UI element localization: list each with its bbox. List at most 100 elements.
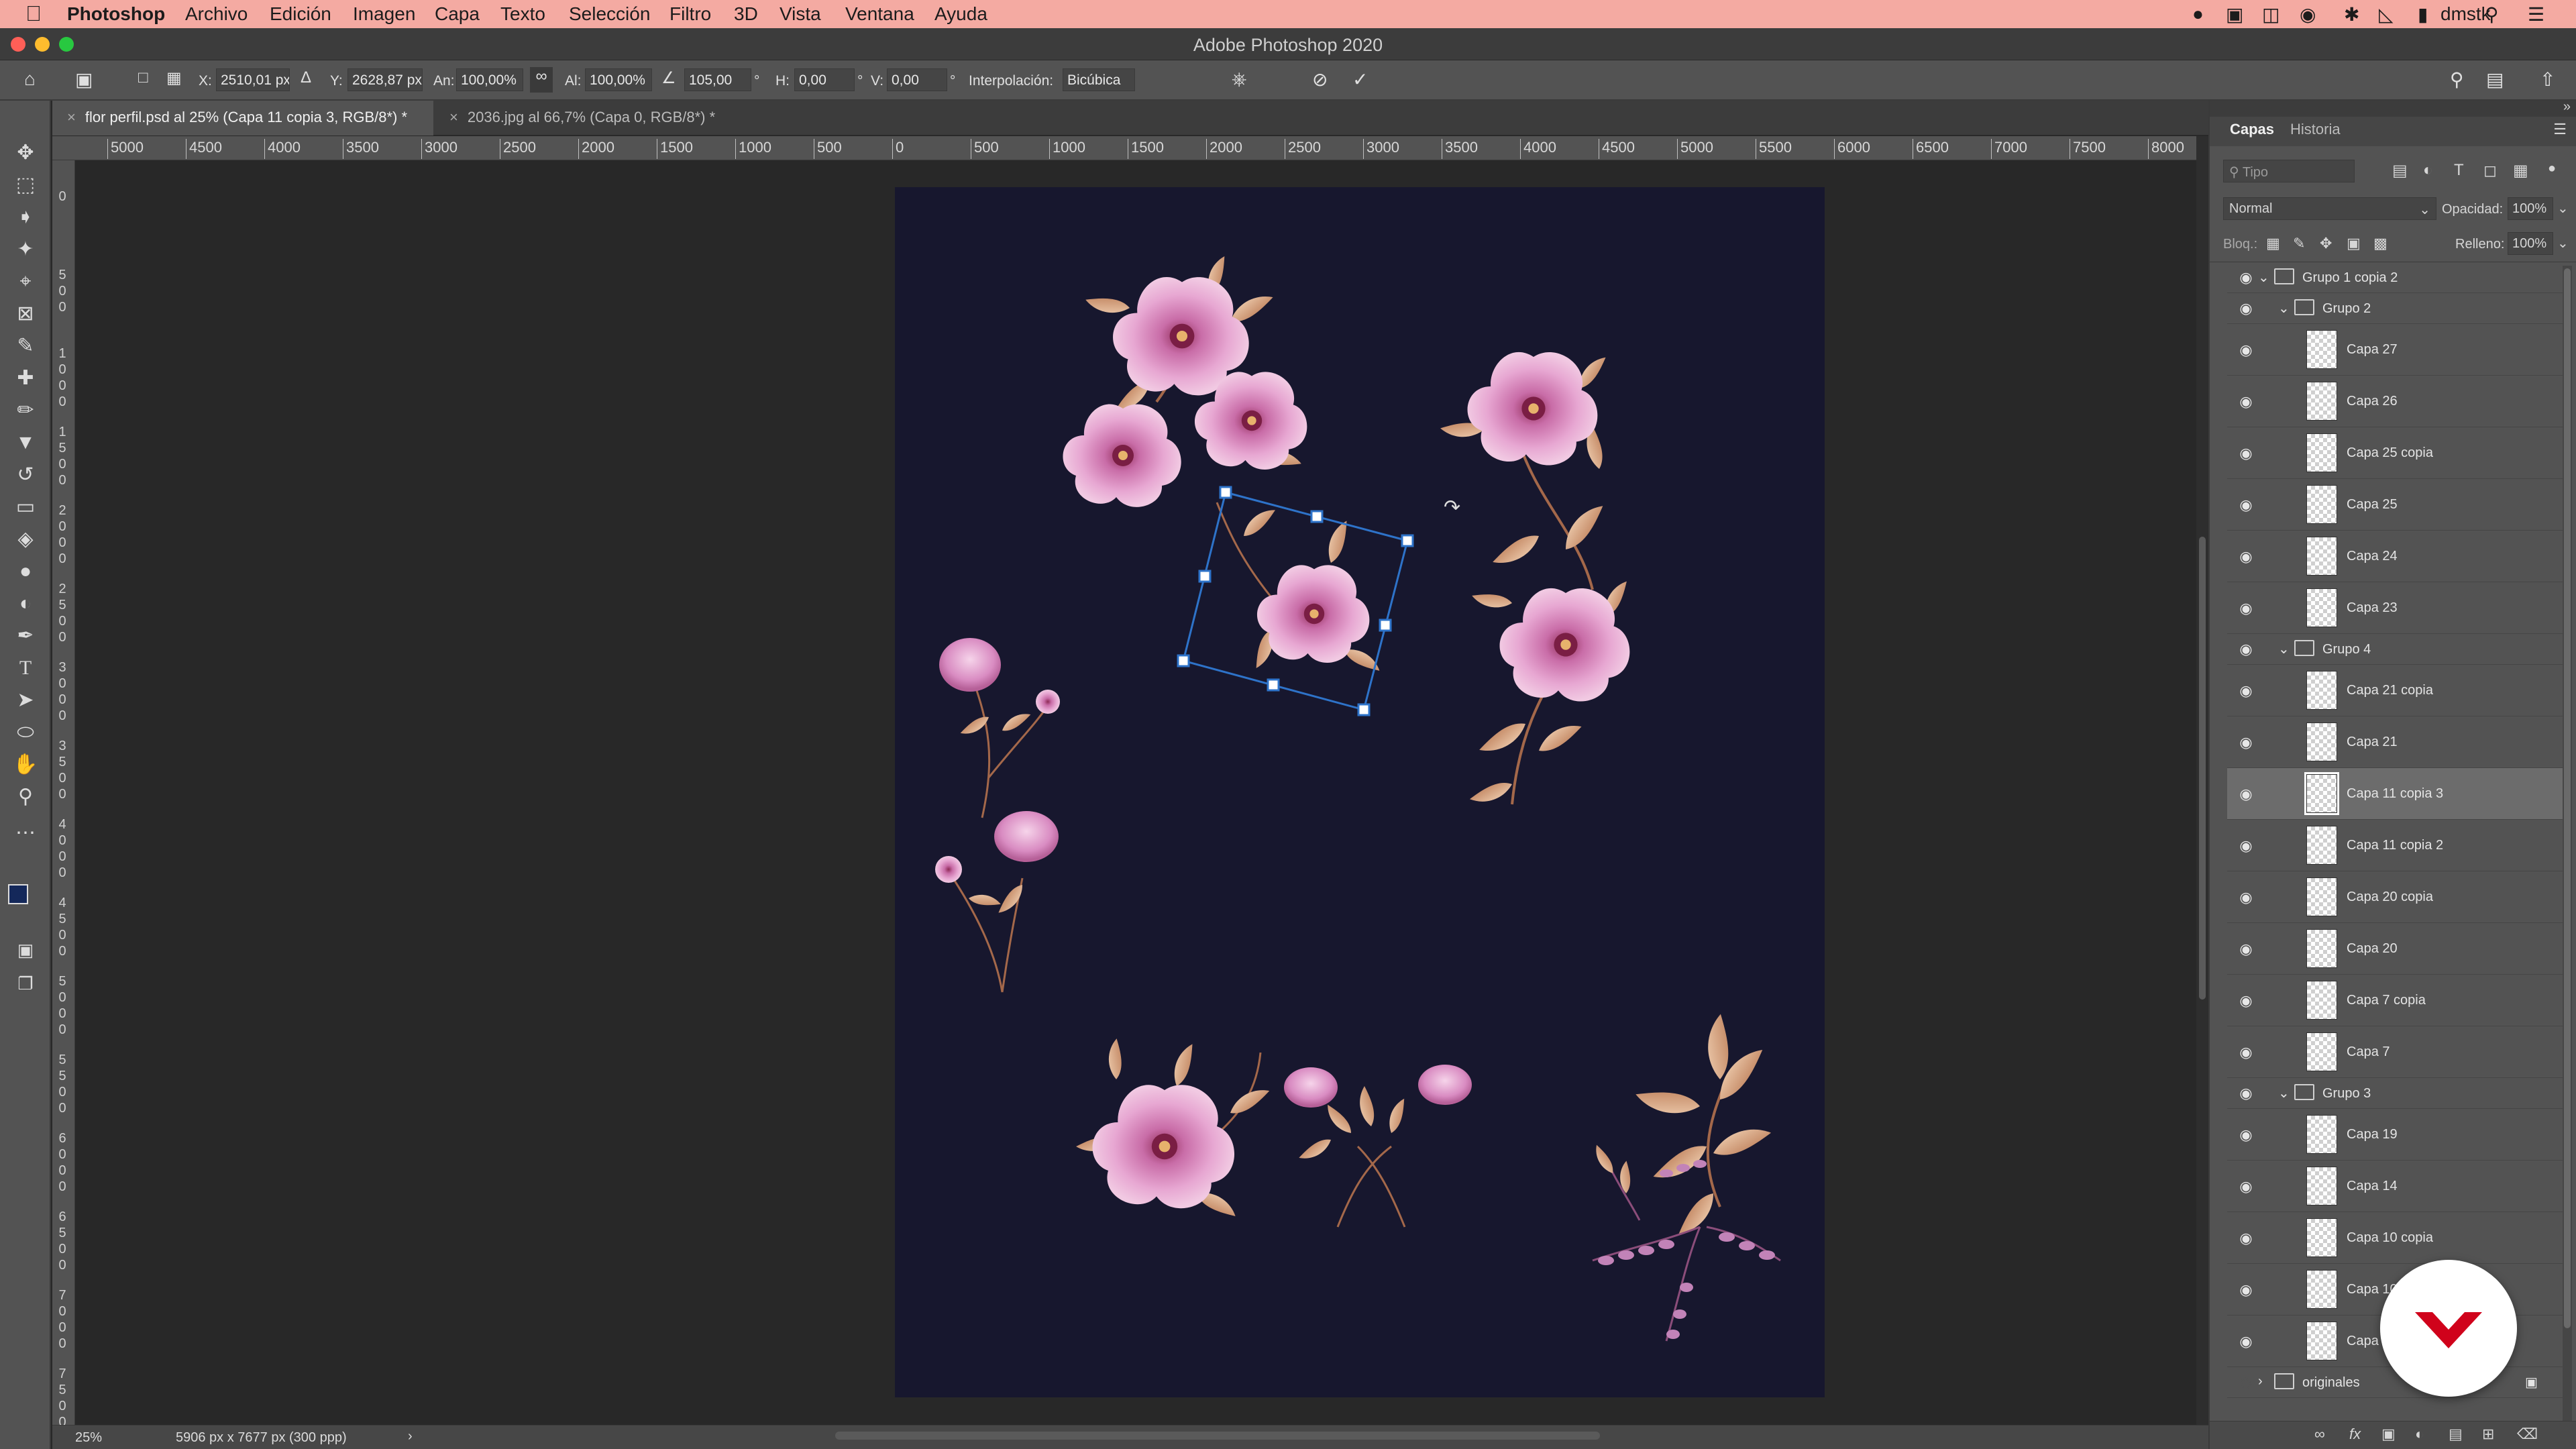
visibility-eye-icon[interactable]: ◉ [2227, 1126, 2265, 1144]
menu-texto[interactable]: Texto [500, 3, 545, 25]
visibility-eye-icon[interactable]: ◉ [2227, 992, 2265, 1010]
layer-name[interactable]: Capa 24 [2347, 549, 2398, 564]
move-tool-icon[interactable]: ✥ [8, 138, 43, 168]
menu-filtro[interactable]: Filtro [669, 3, 711, 25]
collapse-panels-icon[interactable]: » [2563, 99, 2571, 115]
visibility-eye-icon[interactable]: ◉ [2227, 1178, 2265, 1195]
layer-row[interactable]: ◉ Capa 7 [2227, 1026, 2571, 1078]
filter-smart-object-icon[interactable]: ▦ [2513, 161, 2528, 180]
type-tool-icon[interactable]: T [8, 653, 43, 683]
horizontal-ruler[interactable]: 5000 4500 4000 3500 3000 2500 2000 1500 1000 500 0… [52, 136, 2196, 160]
screen-mode-icon[interactable]: ❐ [8, 969, 43, 998]
magic-wand-tool-icon[interactable]: ✦ [8, 235, 43, 264]
chevron-down-icon[interactable]: ⌄ [2278, 641, 2290, 657]
transform-tool-icon[interactable]: ▣ [75, 68, 93, 91]
layer-thumbnail[interactable] [2306, 1218, 2337, 1257]
clone-stamp-tool-icon[interactable]: ▼ [8, 428, 43, 458]
visibility-eye-icon[interactable]: ◉ [2227, 496, 2265, 514]
layer-name[interactable]: Capa 7 [2347, 1044, 2390, 1060]
tab-flor-perfil[interactable]: × flor perfil.psd al 25% (Capa 11 copia 3… [52, 101, 433, 136]
reference-point-icon[interactable]: □ [138, 68, 148, 87]
tab-history[interactable]: Historia [2290, 121, 2341, 138]
visibility-eye-icon[interactable]: ◉ [2227, 300, 2265, 317]
commit-transform-icon[interactable]: ✓ [1352, 68, 1368, 91]
vertical-ruler[interactable]: 0 5 0 0 1 0 0 0 1 5 0 0 2 0 0 0 2 5 0 0 3 0 0 … [52, 160, 75, 1425]
visibility-eye-icon[interactable]: ◉ [2227, 734, 2265, 751]
paint-bucket-tool-icon[interactable]: ◈ [8, 525, 43, 554]
hand-tool-icon[interactable]: ✋ [8, 750, 43, 780]
dodge-tool-icon[interactable]: ◐ [8, 589, 43, 619]
layer-row[interactable]: ◉ Capa 20 [2227, 923, 2571, 975]
new-layer-icon[interactable]: ⊞ [2482, 1426, 2494, 1443]
home-icon[interactable]: ⌂ [24, 68, 36, 90]
tab-layers[interactable]: Capas [2230, 121, 2274, 138]
chevron-down-icon[interactable]: ⌄ [2278, 300, 2290, 317]
layer-row[interactable]: ◉ Capa 11 copia 2 [2227, 820, 2571, 871]
layer-thumbnail[interactable] [2306, 826, 2337, 865]
y-position-field[interactable]: 2628,87 px [347, 68, 423, 91]
new-group-icon[interactable]: ▤ [2449, 1426, 2463, 1443]
lock-position-icon[interactable]: ✥ [2320, 235, 2332, 252]
layer-thumbnail[interactable] [2306, 330, 2337, 369]
wifi-icon[interactable]: ◺ [2379, 3, 2394, 25]
layer-thumbnail[interactable] [2304, 772, 2339, 815]
rotate-angle-field[interactable]: 105,00 [684, 68, 751, 91]
layer-thumbnail[interactable] [2306, 382, 2337, 421]
x-position-field[interactable]: 2510,01 px [216, 68, 290, 91]
visibility-eye-icon[interactable]: ◉ [2227, 941, 2265, 958]
menu-ayuda[interactable]: Ayuda [934, 3, 987, 25]
battery-icon[interactable]: ▮ [2418, 3, 2428, 25]
visibility-eye-icon[interactable]: ◉ [2227, 1230, 2265, 1247]
fill-field[interactable]: 100% [2508, 232, 2553, 255]
reference-grid-icon[interactable]: ▦ [166, 68, 182, 88]
layer-name[interactable]: Capa 25 [2347, 497, 2398, 513]
panel-menu-icon[interactable]: ☰ [2553, 121, 2567, 138]
layer-thumbnail[interactable] [2306, 929, 2337, 968]
visibility-eye-icon[interactable]: ◉ [2227, 1044, 2265, 1061]
warp-mode-icon[interactable]: ⎈ [1232, 68, 1246, 91]
horizontal-scrollbar-thumb[interactable] [835, 1432, 1600, 1440]
layer-thumbnail[interactable] [2306, 877, 2337, 916]
marquee-tool-icon[interactable]: ⬚ [8, 170, 43, 200]
layer-name[interactable]: Capa 14 [2347, 1179, 2398, 1194]
layer-thumbnail[interactable] [2306, 722, 2337, 761]
history-brush-tool-icon[interactable]: ↺ [8, 460, 43, 490]
layer-thumbnail[interactable] [2306, 537, 2337, 576]
layer-list-scrollbar-thumb[interactable] [2564, 268, 2571, 1328]
layer-row[interactable]: ◉ Capa 19 [2227, 1109, 2571, 1161]
layer-row[interactable]: ◉ Capa 25 [2227, 479, 2571, 531]
spotlight-search-icon[interactable]: ⚲ [2485, 3, 2499, 25]
layer-name[interactable]: Capa 23 [2347, 600, 2398, 616]
blend-mode-select[interactable]: Normal ⌄ [2223, 197, 2436, 220]
vertical-scrollbar-thumb[interactable] [2199, 537, 2206, 1000]
layer-thumbnail[interactable] [2306, 1167, 2337, 1205]
creative-cloud-icon[interactable]: ● [2192, 3, 2204, 25]
layer-name[interactable]: Grupo 4 [2322, 642, 2371, 657]
layer-name[interactable]: Capa 25 copia [2347, 445, 2433, 461]
lock-transparent-icon[interactable]: ▦ [2266, 235, 2280, 252]
search-icon[interactable]: ⚲ [2450, 68, 2464, 91]
new-adjustment-icon[interactable]: ◐ [2415, 1426, 2424, 1443]
blur-tool-icon[interactable]: ● [8, 557, 43, 586]
notification-center-icon[interactable]: ☰ [2528, 3, 2544, 25]
skew-h-field[interactable]: 0,00 [794, 68, 855, 91]
menu-imagen[interactable]: Imagen [353, 3, 415, 25]
lasso-tool-icon[interactable]: ➧ [8, 203, 43, 232]
layer-row[interactable]: ◉ Capa 21 [2227, 716, 2571, 768]
zoom-tool-icon[interactable]: ⚲ [8, 782, 43, 812]
chevron-down-icon[interactable]: ⌄ [2258, 269, 2269, 286]
visibility-eye-icon[interactable]: ◉ [2227, 786, 2265, 803]
healing-brush-tool-icon[interactable]: ✚ [8, 364, 43, 393]
lock-image-icon[interactable]: ✎ [2293, 235, 2305, 252]
selected-layer-flower[interactable] [1216, 502, 1383, 678]
layer-name[interactable]: Capa 19 [2347, 1127, 2398, 1142]
layer-thumbnail[interactable] [2306, 1115, 2337, 1154]
layer-group-row[interactable]: ◉ ⌄ Grupo 3 [2227, 1078, 2571, 1109]
layer-row[interactable]: ◉ Capa 11 copia 3 [2227, 768, 2571, 820]
layer-name[interactable]: Capa 21 copia [2347, 683, 2433, 698]
apple-menu-icon[interactable]:  [25, 1, 42, 26]
chevron-down-icon[interactable]: ⌄ [2278, 1085, 2290, 1102]
foreground-color-swatch[interactable] [8, 884, 28, 904]
menu-archivo[interactable]: Archivo [185, 3, 248, 25]
layer-thumbnail[interactable] [2306, 433, 2337, 472]
